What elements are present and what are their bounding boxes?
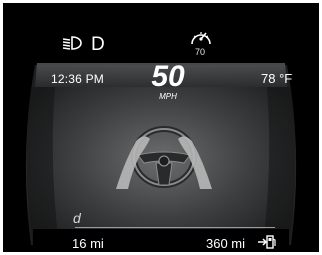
divider bbox=[75, 227, 275, 228]
fuel-range: 360 mi bbox=[206, 236, 246, 251]
fuel-arrow-icon bbox=[258, 235, 276, 249]
gear-indicator: D bbox=[91, 34, 105, 55]
hands-on-steering-wheel-icon bbox=[116, 126, 212, 189]
outside-temperature: 78 °F bbox=[261, 71, 293, 86]
odometer-label: d bbox=[73, 210, 81, 226]
instrument-cluster-display: D 70 12:36 PM 50 MPH 78 °F d 16 mi 360 m… bbox=[3, 3, 319, 252]
cruise-set-speed: 70 bbox=[195, 47, 206, 57]
cruise-control-icon bbox=[191, 32, 211, 45]
speed-value: 50 bbox=[151, 60, 185, 93]
clock-time: 12:36 PM bbox=[51, 72, 104, 86]
speed-unit: MPH bbox=[159, 92, 177, 101]
headlamp-icon bbox=[62, 36, 82, 50]
trip-distance: 16 mi bbox=[72, 236, 104, 251]
